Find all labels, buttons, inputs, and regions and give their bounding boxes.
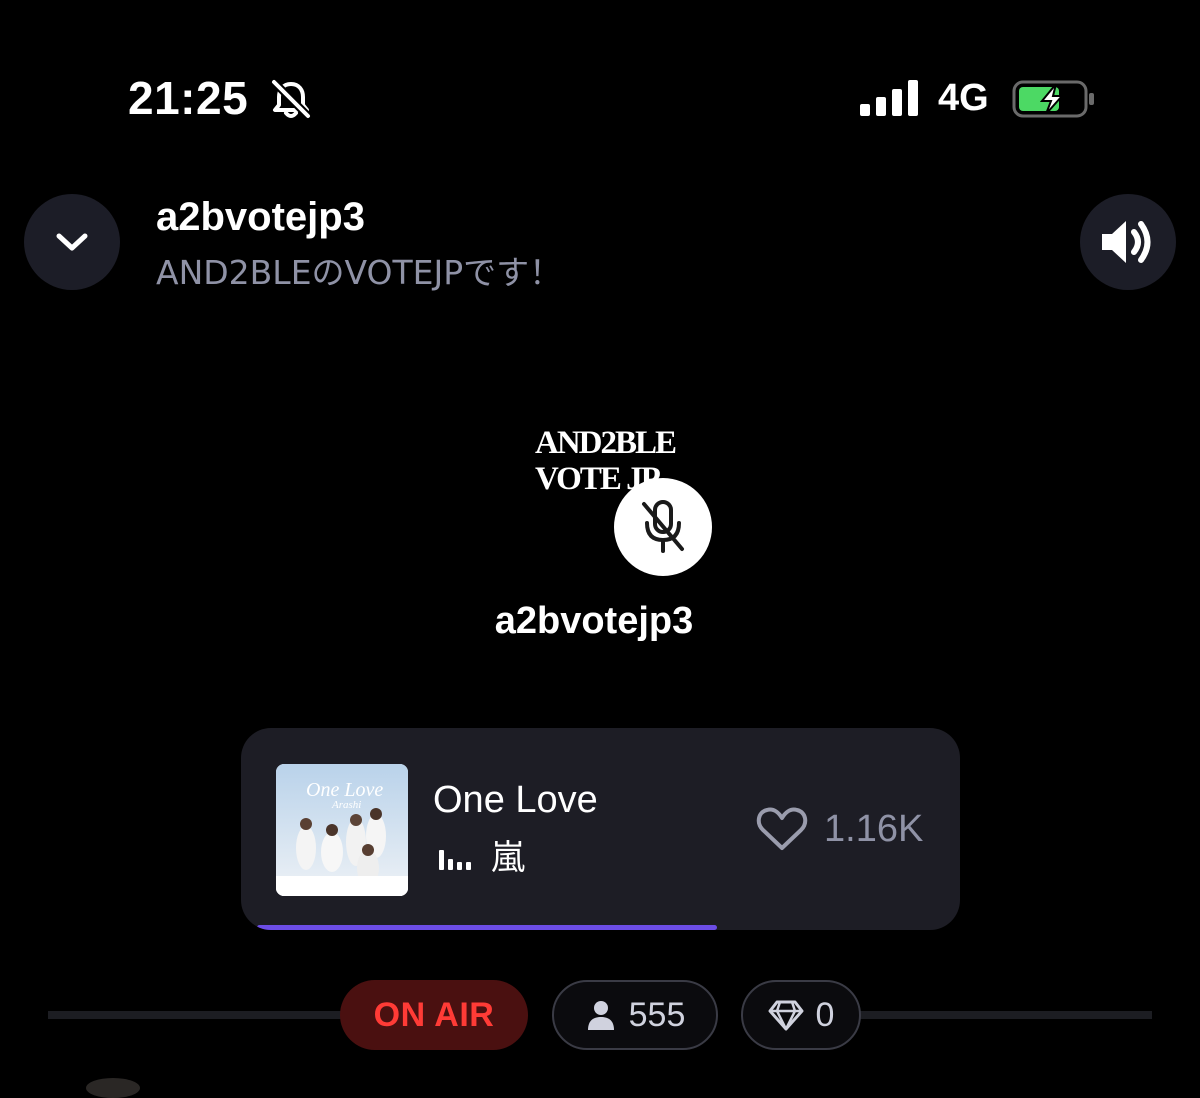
divider-left — [48, 1011, 348, 1019]
playback-progress — [241, 925, 960, 930]
mic-off-icon — [642, 500, 684, 553]
cellular-signal-icon — [860, 80, 918, 116]
divider-right — [860, 1011, 1152, 1019]
room-title: a2bvotejp3 — [156, 195, 365, 239]
heart-icon[interactable] — [756, 806, 808, 852]
logo-line-1: AND2BLE — [535, 425, 677, 461]
now-playing-card[interactable]: One Love Arashi One Love 嵐 1.16K — [241, 728, 960, 930]
status-time: 21:25 — [128, 72, 249, 124]
person-icon — [587, 1001, 614, 1030]
listener-count-button[interactable]: 555 — [552, 980, 718, 1050]
album-art-artist: Arashi — [331, 799, 361, 811]
on-air-badge: ON AIR — [340, 980, 528, 1050]
album-art: One Love Arashi — [276, 764, 408, 896]
on-air-label: ON AIR — [373, 995, 495, 1034]
album-art-title: One Love — [306, 779, 383, 801]
equalizer-icon — [439, 850, 471, 870]
battery-charging-icon — [1012, 80, 1094, 118]
sound-button[interactable] — [1080, 194, 1176, 290]
playback-progress-fill — [257, 925, 717, 930]
gem-count: 0 — [815, 995, 835, 1034]
gem-count-button[interactable]: 0 — [741, 980, 861, 1050]
listener-count: 555 — [628, 995, 686, 1034]
room-subtitle: AND2BLEのVOTEJPです！ — [156, 253, 563, 292]
speaker-icon — [1102, 221, 1151, 263]
partial-avatar — [86, 1078, 140, 1098]
collapse-button[interactable] — [24, 194, 120, 290]
network-type: 4G — [938, 77, 989, 119]
song-artist: 嵐 — [491, 838, 525, 878]
like-count: 1.16K — [824, 808, 924, 850]
bell-slash-icon — [271, 79, 311, 119]
host-name: a2bvotejp3 — [494, 600, 694, 642]
song-title: One Love — [433, 779, 598, 821]
chevron-down-icon — [56, 233, 88, 251]
mic-muted-badge — [614, 478, 712, 576]
diamond-icon — [768, 1000, 804, 1031]
